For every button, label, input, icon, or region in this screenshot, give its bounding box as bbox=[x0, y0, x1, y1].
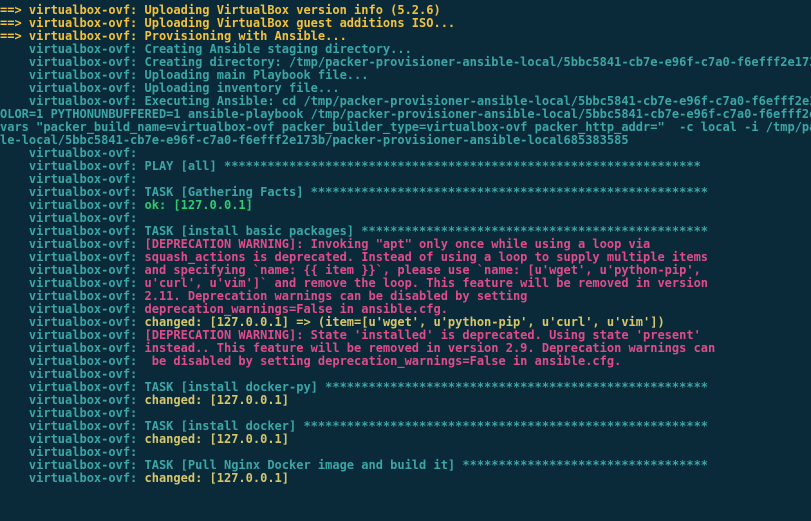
log-prefix: virtualbox-ovf: bbox=[0, 172, 137, 186]
log-text: TASK [install docker-py] ***************… bbox=[145, 380, 709, 394]
log-text: changed: [127.0.0.1] => (item=[u'wget', … bbox=[145, 315, 665, 329]
log-prefix: virtualbox-ovf: bbox=[0, 250, 145, 264]
log-text: instead.. This feature will be removed i… bbox=[145, 341, 716, 355]
log-prefix: ==> virtualbox-ovf: bbox=[0, 3, 145, 17]
log-text: le-local/5bbc5841-cb7e-e96f-c7a0-f6efff2… bbox=[0, 133, 629, 147]
log-text: and specifying `name: {{ item }}`, pleas… bbox=[145, 263, 701, 277]
log-text: 2.11. Deprecation warnings can be disabl… bbox=[145, 289, 528, 303]
log-prefix: virtualbox-ovf: bbox=[0, 367, 137, 381]
log-prefix: virtualbox-ovf: bbox=[0, 198, 145, 212]
log-prefix: virtualbox-ovf: bbox=[0, 341, 145, 355]
log-text: Uploading VirtualBox guest additions ISO… bbox=[145, 16, 456, 30]
log-prefix: virtualbox-ovf: bbox=[0, 237, 145, 251]
log-prefix: virtualbox-ovf: bbox=[0, 94, 145, 108]
log-prefix: virtualbox-ovf: bbox=[0, 406, 137, 420]
log-prefix: virtualbox-ovf: bbox=[0, 263, 145, 277]
log-text: Uploading VirtualBox version info (5.2.6… bbox=[145, 3, 441, 17]
log-text: changed: [127.0.0.1] bbox=[145, 393, 290, 407]
log-text: ok: [127.0.0.1] bbox=[145, 198, 253, 212]
log-prefix: virtualbox-ovf: bbox=[0, 81, 145, 95]
log-prefix: virtualbox-ovf: bbox=[0, 354, 145, 368]
log-prefix: virtualbox-ovf: bbox=[0, 315, 145, 329]
log-prefix: virtualbox-ovf: bbox=[0, 445, 137, 459]
log-prefix: virtualbox-ovf: bbox=[0, 146, 137, 160]
log-text: vars "packer_build_name=virtualbox-ovf p… bbox=[0, 120, 811, 134]
log-text: changed: [127.0.0.1] bbox=[145, 432, 290, 446]
log-prefix: virtualbox-ovf: bbox=[0, 432, 145, 446]
log-text: squash_actions is deprecated. Instead of… bbox=[145, 250, 709, 264]
log-prefix: virtualbox-ovf: bbox=[0, 471, 145, 485]
log-prefix: virtualbox-ovf: bbox=[0, 393, 145, 407]
log-prefix: virtualbox-ovf: bbox=[0, 419, 145, 433]
log-text: [DEPRECATION WARNING]: Invoking "apt" on… bbox=[145, 237, 651, 251]
log-prefix: virtualbox-ovf: bbox=[0, 211, 137, 225]
log-prefix: virtualbox-ovf: bbox=[0, 224, 145, 238]
log-text: deprecation_warnings=False in ansible.cf… bbox=[145, 302, 448, 316]
log-prefix: virtualbox-ovf: bbox=[0, 276, 145, 290]
log-prefix: virtualbox-ovf: bbox=[0, 55, 145, 69]
log-text: u'curl', u'vim']` and remove the loop. T… bbox=[145, 276, 709, 290]
log-text: Creating directory: /tmp/packer-provisio… bbox=[145, 55, 811, 69]
log-text: OLOR=1 PYTHONUNBUFFERED=1 ansible-playbo… bbox=[0, 107, 811, 121]
log-text: Uploading inventory file... bbox=[145, 81, 340, 95]
log-text: TASK [Pull Nginx Docker image and build … bbox=[145, 458, 709, 472]
log-prefix: virtualbox-ovf: bbox=[0, 302, 145, 316]
log-prefix: virtualbox-ovf: bbox=[0, 328, 145, 342]
terminal-line: virtualbox-ovf: changed: [127.0.0.1] bbox=[0, 472, 811, 485]
log-text: TASK [install basic packages] **********… bbox=[145, 224, 709, 238]
terminal-output: ==> virtualbox-ovf: Uploading VirtualBox… bbox=[0, 0, 811, 485]
log-prefix: virtualbox-ovf: bbox=[0, 68, 145, 82]
log-prefix: virtualbox-ovf: bbox=[0, 380, 145, 394]
log-prefix: virtualbox-ovf: bbox=[0, 42, 145, 56]
log-text: Uploading main Playbook file... bbox=[145, 68, 369, 82]
log-prefix: virtualbox-ovf: bbox=[0, 458, 145, 472]
log-text: [DEPRECATION WARNING]: State 'installed'… bbox=[145, 328, 701, 342]
log-text: Executing Ansible: cd /tmp/packer-provis… bbox=[145, 94, 811, 108]
log-text: Creating Ansible staging directory... bbox=[145, 42, 412, 56]
log-text: TASK [Gathering Facts] *****************… bbox=[145, 185, 709, 199]
log-text: PLAY [all] *****************************… bbox=[145, 159, 701, 173]
log-prefix: virtualbox-ovf: bbox=[0, 289, 145, 303]
log-text: changed: [127.0.0.1] bbox=[145, 471, 290, 485]
log-text: be disabled by setting deprecation_warni… bbox=[145, 354, 622, 368]
log-prefix: ==> virtualbox-ovf: bbox=[0, 29, 145, 43]
log-text: TASK [install docker] ******************… bbox=[145, 419, 709, 433]
log-prefix: virtualbox-ovf: bbox=[0, 185, 145, 199]
log-prefix: virtualbox-ovf: bbox=[0, 159, 145, 173]
log-prefix: ==> virtualbox-ovf: bbox=[0, 16, 145, 30]
log-text: Provisioning with Ansible... bbox=[145, 29, 347, 43]
